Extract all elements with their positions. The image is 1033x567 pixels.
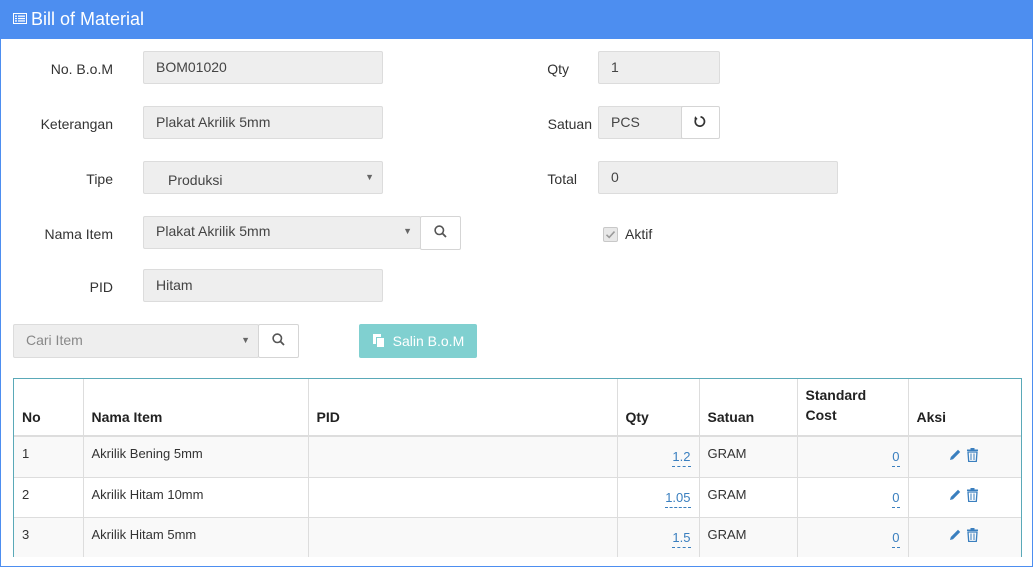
aktif-checkbox[interactable]: [603, 227, 618, 242]
cell-aksi: [907, 435, 1021, 477]
satuan-field[interactable]: PCS: [598, 106, 684, 139]
no-bom-field[interactable]: BOM01020: [143, 51, 383, 84]
satuan-label: Satuan: [547, 116, 592, 132]
header-aksi: Aksi: [907, 379, 1021, 437]
cari-item-select[interactable]: Cari Item ▼: [13, 324, 259, 358]
header-nama-item: Nama Item: [82, 379, 308, 437]
trash-icon[interactable]: [966, 487, 979, 503]
cell-qty[interactable]: 1.2: [616, 435, 699, 477]
cell-no: 3: [14, 516, 83, 557]
cell-nama-item: Akrilik Bening 5mm: [82, 435, 308, 477]
caret-down-icon: ▼: [241, 335, 250, 345]
cost-editable[interactable]: 0: [892, 449, 900, 467]
nama-item-label: Nama Item: [44, 226, 113, 242]
cell-nama-item: Akrilik Hitam 5mm: [82, 516, 308, 557]
aktif-label: Aktif: [625, 226, 653, 242]
header-standard-cost: Standard Cost: [796, 379, 908, 437]
cell-aksi: [907, 476, 1021, 517]
cell-satuan: GRAM: [698, 435, 797, 477]
cell-satuan: GRAM: [698, 516, 797, 557]
nama-item-select-value: Plakat Akrilik 5mm: [156, 223, 271, 239]
header-satuan: Satuan: [698, 379, 797, 437]
pid-field[interactable]: Hitam: [143, 269, 383, 302]
keterangan-field[interactable]: Plakat Akrilik 5mm: [143, 106, 383, 139]
header-no: No: [14, 379, 83, 437]
cell-standard-cost[interactable]: 0: [796, 516, 908, 557]
keterangan-label: Keterangan: [40, 116, 113, 132]
table-row: 2 Akrilik Hitam 10mm 1.05 GRAM 0: [14, 476, 1021, 517]
cost-editable[interactable]: 0: [892, 530, 900, 548]
trash-icon[interactable]: [966, 527, 979, 543]
bom-table: No Nama Item PID Qty Satuan Standard Cos…: [13, 378, 1022, 557]
check-icon: [604, 228, 617, 244]
qty-editable[interactable]: 1.2: [672, 449, 691, 467]
caret-down-icon: ▼: [365, 172, 374, 182]
edit-pencil-icon[interactable]: [948, 487, 962, 502]
qty-editable[interactable]: 1.5: [672, 530, 691, 548]
cell-qty[interactable]: 1.05: [616, 476, 699, 517]
tipe-select-value: Produksi: [168, 172, 223, 188]
qty-label: Qty: [547, 61, 569, 77]
cell-pid: [307, 516, 617, 557]
cell-pid: [307, 435, 617, 477]
table-row: 1 Akrilik Bening 5mm 1.2 GRAM 0: [14, 435, 1021, 477]
table-header-row: No Nama Item PID Qty Satuan Standard Cos…: [14, 379, 1021, 437]
bom-panel: Bill of Material No. B.o.M BOM01020 Kete…: [0, 0, 1033, 567]
bom-table-grid: No Nama Item PID Qty Satuan Standard Cos…: [14, 379, 1021, 557]
trash-icon[interactable]: [966, 446, 979, 462]
list-alt-icon: [13, 0, 27, 38]
salin-bom-button[interactable]: Salin B.o.M: [359, 324, 477, 358]
nama-item-select[interactable]: Plakat Akrilik 5mm ▼: [143, 216, 421, 249]
qty-field[interactable]: 1: [598, 51, 720, 84]
cell-no: 1: [14, 435, 83, 477]
table-row: 3 Akrilik Hitam 5mm 1.5 GRAM 0: [14, 516, 1021, 557]
qty-editable[interactable]: 1.05: [665, 490, 691, 508]
salin-bom-label: Salin B.o.M: [392, 333, 465, 349]
cost-editable[interactable]: 0: [892, 490, 900, 508]
panel-header: Bill of Material: [1, 0, 1033, 39]
refresh-icon: [694, 115, 707, 131]
cell-satuan: GRAM: [698, 476, 797, 517]
search-icon: [272, 333, 285, 349]
cell-pid: [307, 476, 617, 517]
cell-qty[interactable]: 1.5: [616, 516, 699, 557]
edit-pencil-icon[interactable]: [948, 446, 962, 461]
header-qty: Qty: [616, 379, 699, 437]
copy-icon: [372, 333, 393, 349]
tipe-select[interactable]: Produksi ▼: [143, 161, 383, 194]
cari-item-search-button[interactable]: [258, 324, 299, 358]
cell-standard-cost[interactable]: 0: [796, 476, 908, 517]
pid-label: PID: [89, 279, 113, 295]
cell-standard-cost[interactable]: 0: [796, 435, 908, 477]
no-bom-label: No. B.o.M: [50, 61, 113, 77]
nama-item-search-button[interactable]: [420, 216, 461, 250]
header-pid: PID: [307, 379, 617, 437]
cari-item-placeholder: Cari Item: [26, 332, 83, 348]
tipe-label: Tipe: [86, 171, 113, 187]
total-label: Total: [547, 171, 577, 187]
edit-pencil-icon[interactable]: [948, 527, 962, 542]
page-title: Bill of Material: [31, 9, 145, 29]
total-field[interactable]: 0: [598, 161, 838, 194]
cell-aksi: [907, 516, 1021, 557]
cell-nama-item: Akrilik Hitam 10mm: [82, 476, 308, 517]
caret-down-icon: ▼: [403, 226, 412, 236]
search-icon: [434, 225, 447, 241]
satuan-refresh-button[interactable]: [681, 106, 720, 139]
cell-no: 2: [14, 476, 83, 517]
